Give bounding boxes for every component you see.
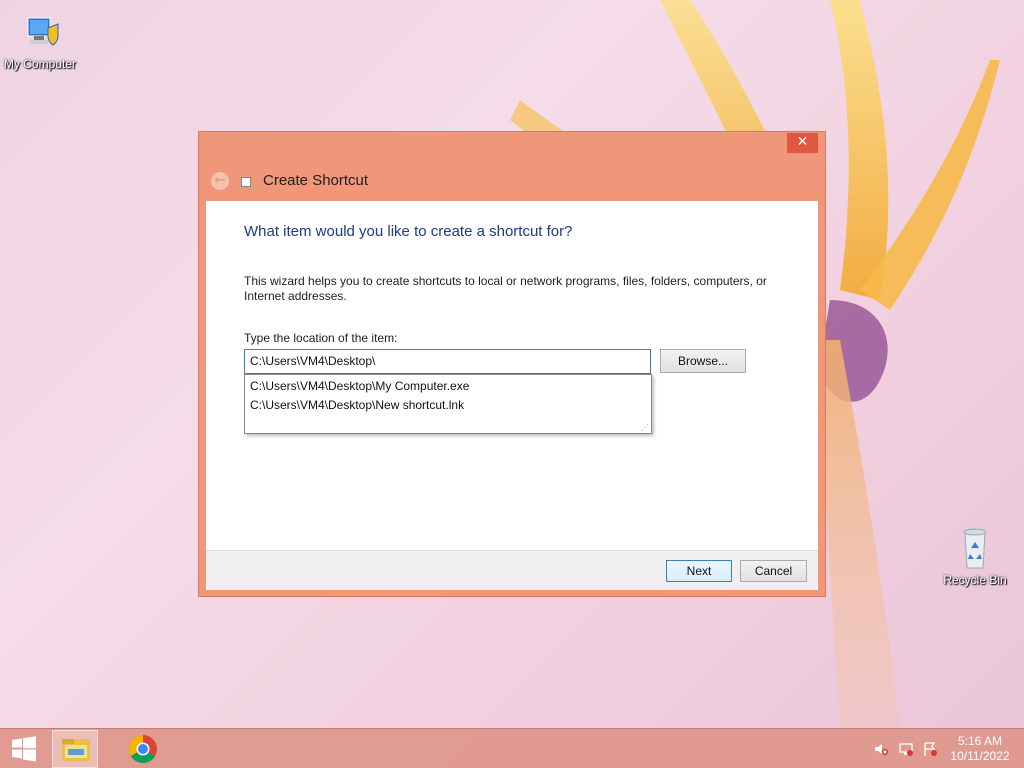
- location-label: Type the location of the item:: [244, 331, 398, 345]
- wizard-content: What item would you like to create a sho…: [206, 201, 818, 550]
- wizard-footer: Next Cancel: [206, 550, 818, 590]
- taskbar-file-explorer[interactable]: [52, 730, 98, 768]
- computer-icon: [27, 17, 59, 46]
- volume-muted-icon[interactable]: [873, 741, 889, 757]
- close-button[interactable]: ✕: [787, 133, 818, 153]
- location-input[interactable]: C:\Users\VM4\Desktop\: [244, 349, 651, 374]
- desktop-icon-label: My Computer: [3, 57, 77, 71]
- browse-button[interactable]: Browse...: [660, 349, 746, 373]
- back-arrow-icon[interactable]: ←: [211, 172, 229, 190]
- network-icon[interactable]: [898, 741, 914, 757]
- wizard-heading: What item would you like to create a sho…: [244, 223, 573, 240]
- clock-date: 10/11/2022: [950, 749, 1010, 763]
- window-title: Create Shortcut: [263, 172, 369, 189]
- cancel-button[interactable]: Cancel: [740, 560, 807, 582]
- next-button[interactable]: Next: [666, 560, 732, 582]
- shortcut-icon: [241, 177, 251, 187]
- action-center-flag-icon[interactable]: [922, 741, 938, 757]
- autocomplete-item[interactable]: C:\Users\VM4\Desktop\My Computer.exe: [245, 377, 651, 396]
- desktop-icon-my-computer[interactable]: My Computer: [0, 14, 80, 71]
- windows-logo-icon: [12, 736, 36, 762]
- clock-time: 5:16 AM: [957, 734, 1003, 748]
- autocomplete-item[interactable]: C:\Users\VM4\Desktop\New shortcut.lnk: [245, 396, 651, 415]
- taskbar: 5:16 AM 10/11/2022: [0, 728, 1024, 768]
- recycle-bin-icon: [963, 528, 987, 569]
- autocomplete-dropdown: C:\Users\VM4\Desktop\My Computer.exe C:\…: [244, 374, 652, 434]
- chrome-icon: [129, 735, 157, 763]
- desktop-icon-recycle-bin[interactable]: Recycle Bin: [935, 526, 1015, 587]
- taskbar-clock[interactable]: 5:16 AM 10/11/2022: [944, 734, 1016, 764]
- taskbar-chrome[interactable]: [120, 730, 166, 768]
- create-shortcut-window: ✕ ← Create Shortcut What item would you …: [198, 131, 826, 597]
- resize-grip-icon[interactable]: ⋰: [641, 424, 649, 432]
- start-button[interactable]: [4, 734, 44, 764]
- desktop-icon-label: Recycle Bin: [943, 573, 1007, 587]
- wizard-description: This wizard helps you to create shortcut…: [244, 274, 767, 303]
- file-explorer-icon: [62, 739, 90, 761]
